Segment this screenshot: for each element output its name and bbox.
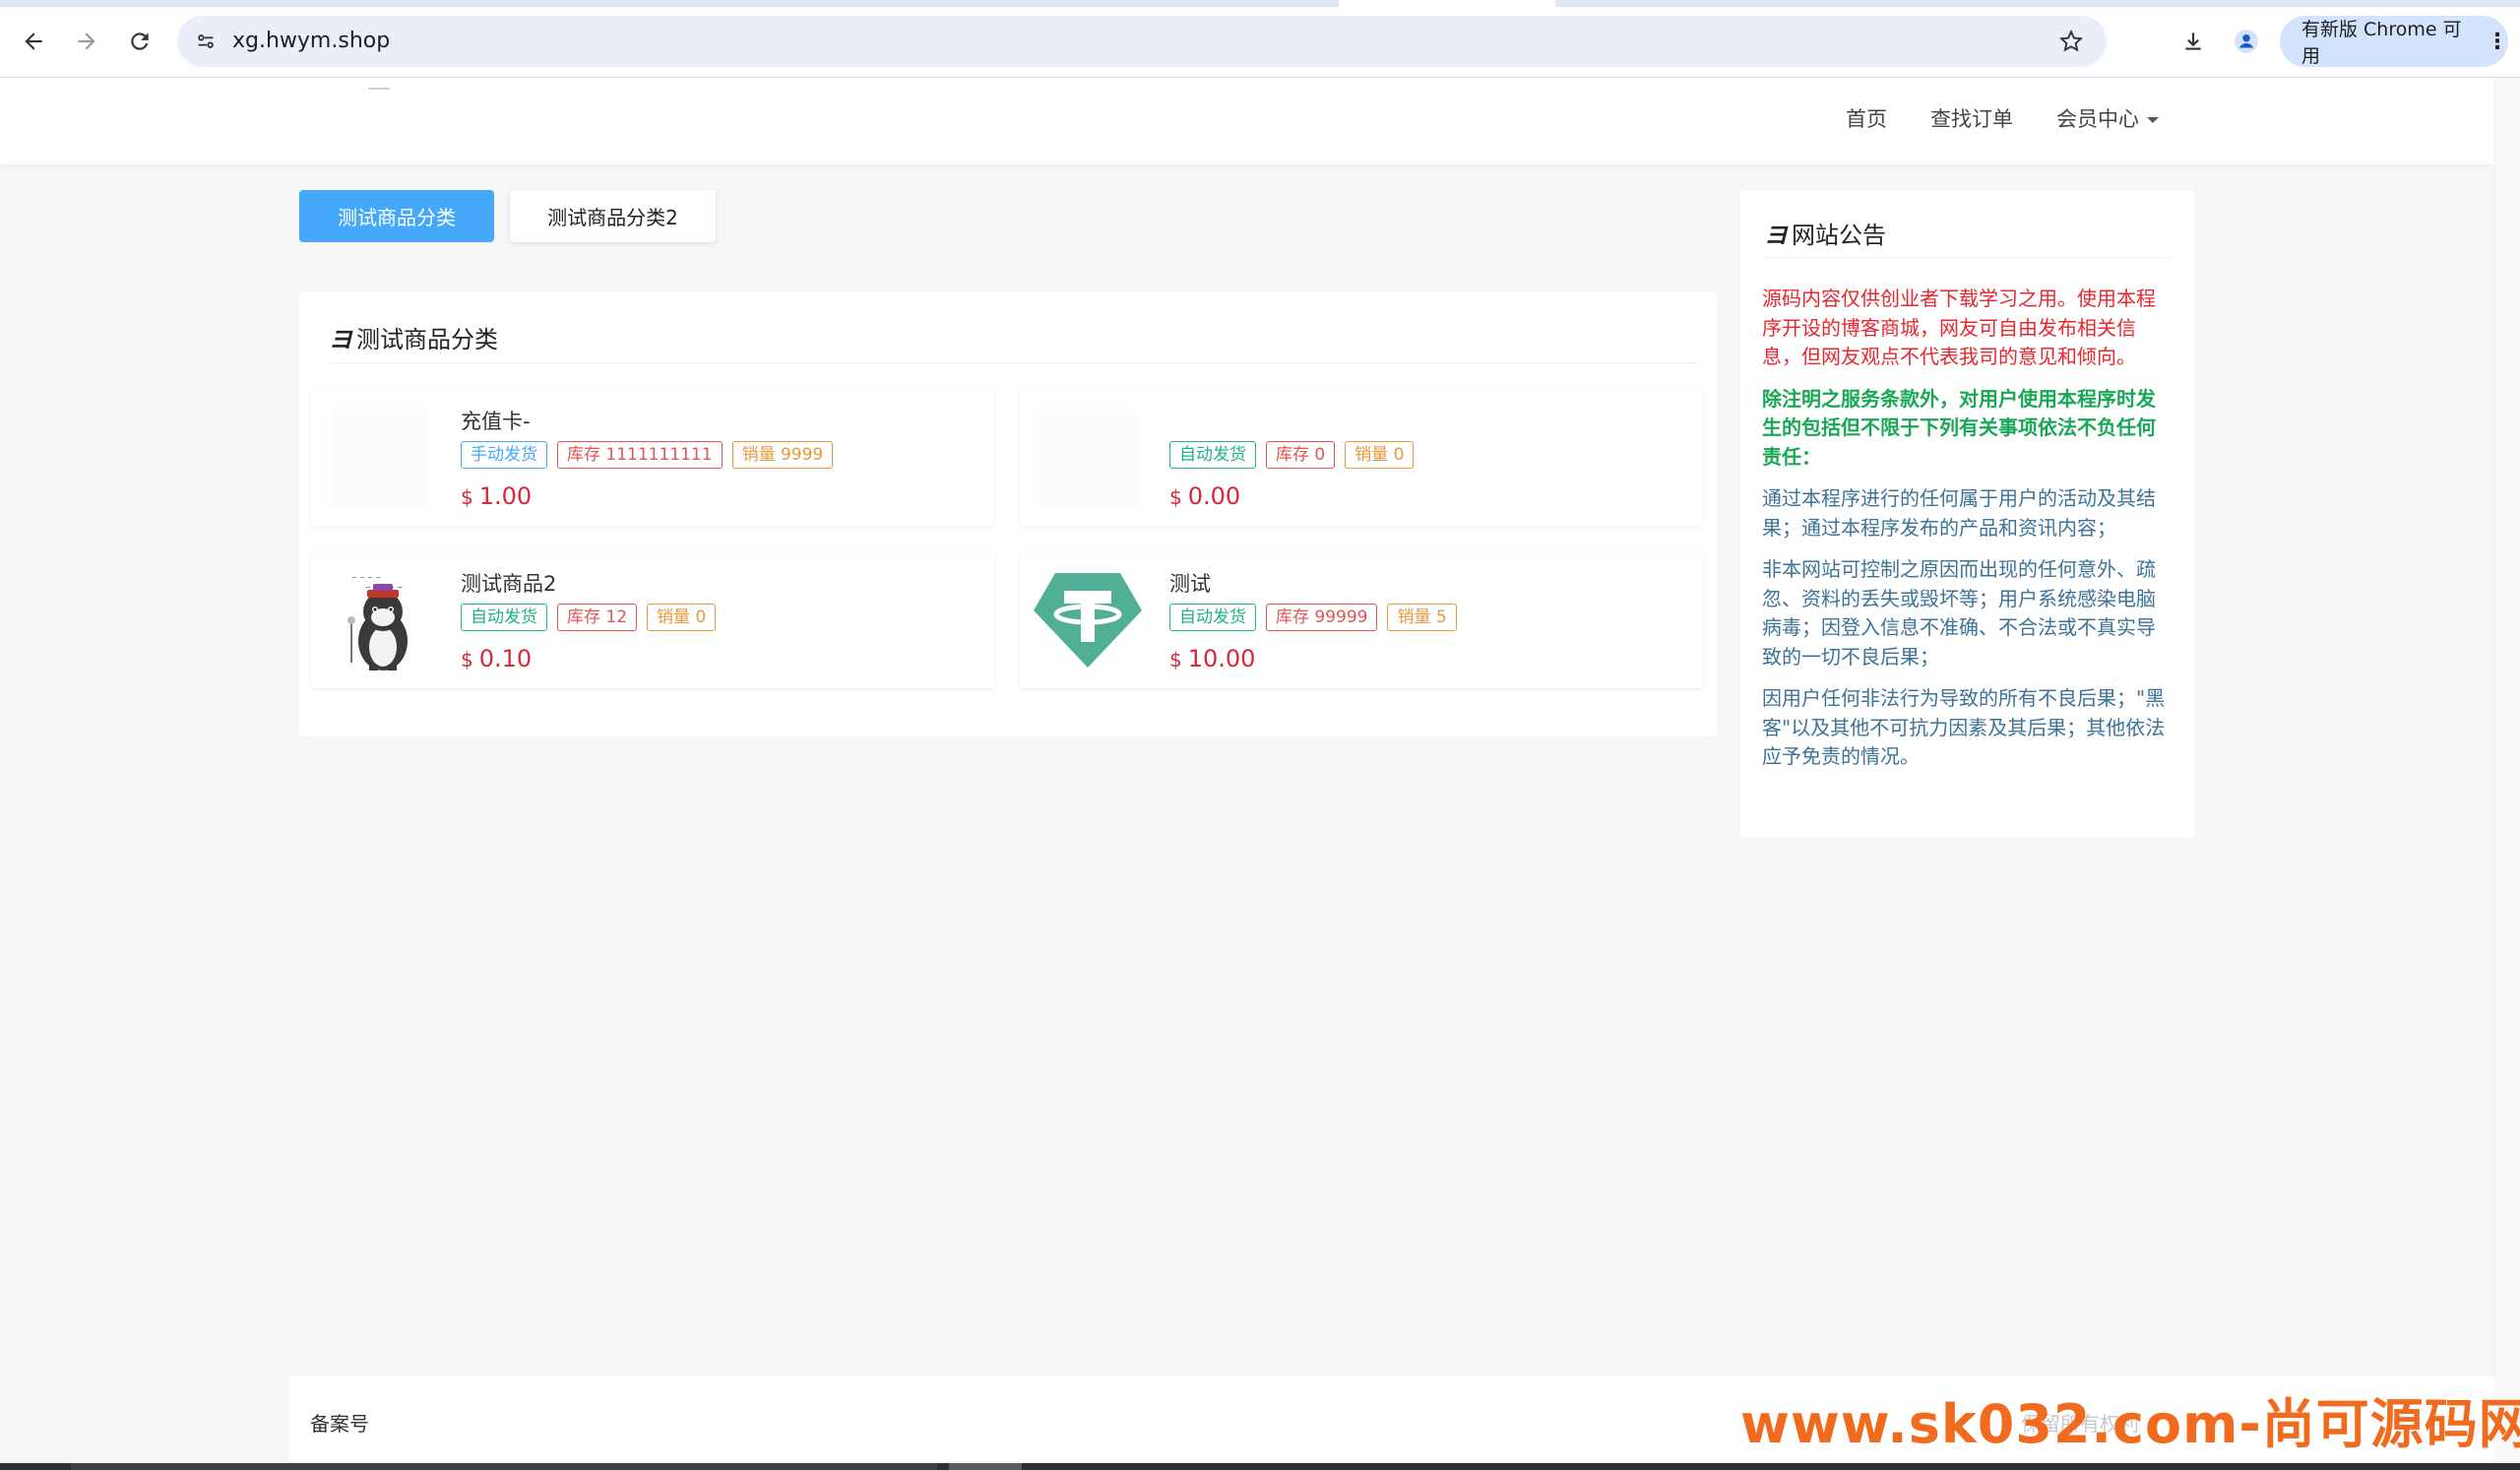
currency-symbol: $ — [461, 485, 473, 509]
product-badges: 自动发货 库存 99999 销量 5 — [1169, 604, 1457, 631]
css3-icon: ヨ — [1764, 221, 1788, 249]
kebab-menu-icon[interactable]: ⋮ — [2487, 30, 2508, 54]
tether-logo-icon — [1034, 573, 1142, 668]
notice-title: 网站公告 — [1792, 221, 1886, 249]
reload-button[interactable] — [118, 20, 161, 63]
notice-paragraph: 因用户任何非法行为导致的所有不良后果；"黑客"以及其他不可抗力因素及其后果；其他… — [1762, 686, 2166, 768]
arrow-left-icon — [25, 32, 42, 50]
product-badges: 手动发货 库存 1111111111 销量 9999 — [461, 441, 834, 469]
notice-paragraph: 源码内容仅供创业者下载学习之用。使用本程序开设的博客商城，网友可自由发布相关信息… — [1762, 287, 2156, 368]
delivery-badge: 自动发货 — [461, 604, 547, 631]
download-button[interactable] — [2172, 20, 2215, 63]
chrome-update-button[interactable]: 有新版 Chrome 可用 ⋮ — [2280, 16, 2508, 67]
product-panel: ヨ 测试商品分类 充值卡- 手动发货 库存 1111111111 销量 9999… — [299, 291, 1717, 736]
price-value: 0.10 — [478, 645, 533, 672]
panel-title: 测试商品分类 — [356, 325, 498, 353]
product-name[interactable]: 测试 — [1169, 568, 1211, 598]
stock-badge: 库存 12 — [557, 604, 638, 631]
caret-down-icon — [2147, 117, 2159, 123]
product-price: $1.00 — [461, 482, 532, 510]
notice-panel: ヨ 网站公告 源码内容仅供创业者下载学习之用。使用本程序开设的博客商城，网友可自… — [1740, 190, 2195, 838]
notice-paragraph: 通过本程序进行的任何属于用户的活动及其结果；通过本程序发布的产品和资讯内容； — [1762, 486, 2156, 540]
stock-badge: 库存 1111111111 — [557, 441, 723, 469]
stock-badge: 库存 0 — [1266, 441, 1336, 469]
svg-text:~ ~ ~ ~: ~ ~ ~ ~ — [351, 574, 381, 582]
currency-symbol: $ — [1169, 648, 1182, 671]
product-price: $0.10 — [461, 645, 532, 672]
cat-cartoon-image: ~ ~ ~ ~ ~ ~ ~ ~ ~ — [330, 566, 428, 674]
download-icon — [2185, 32, 2201, 50]
arrow-right-icon — [78, 32, 95, 50]
css3-icon: ヨ — [329, 325, 352, 353]
site-header: 首页 查找订单 会员中心 — [0, 78, 2495, 164]
url-text[interactable]: xg.hwym.shop — [232, 27, 390, 56]
nav-member-center-label: 会员中心 — [2056, 107, 2139, 131]
category-tab-1[interactable]: 测试商品分类 — [299, 190, 494, 242]
notice-body: 源码内容仅供创业者下载学习之用。使用本程序开设的博客商城，网友可自由发布相关信息… — [1762, 285, 2172, 785]
notice-paragraph: 除注明之服务条款外，对用户使用本程序时发生的包括但不限于下列有关事项依法不负任何… — [1762, 386, 2156, 469]
currency-symbol: $ — [1169, 485, 1182, 509]
notice-header: ヨ 网站公告 — [1764, 208, 2172, 258]
sales-badge: 销量 0 — [647, 604, 717, 631]
price-value: 10.00 — [1187, 645, 1256, 672]
site-nav: 首页 查找订单 会员中心 — [1824, 104, 2180, 134]
stock-badge: 库存 99999 — [1266, 604, 1378, 631]
product-card[interactable]: 测试 自动发货 库存 99999 销量 5 $10.00 — [1020, 552, 1703, 688]
nav-home[interactable]: 首页 — [1824, 104, 1909, 134]
category-tab-2[interactable]: 测试商品分类2 — [510, 190, 716, 242]
page-scrollbar[interactable] — [2494, 78, 2520, 1470]
taskbar-strip — [0, 1463, 2520, 1470]
nav-find-order[interactable]: 查找订单 — [1909, 104, 2035, 134]
product-name[interactable]: 测试商品2 — [461, 568, 556, 598]
price-value: 0.00 — [1187, 482, 1241, 510]
product-card[interactable]: ~ ~ ~ ~ ~ ~ ~ ~ ~ 测试商品2 自动发货 库存 12 销量 0 … — [311, 552, 994, 688]
site-logo[interactable] — [368, 88, 390, 90]
watermark-text: www.sk032.com-尚可源码网 — [1740, 1393, 2520, 1455]
delivery-badge: 自动发货 — [1169, 441, 1256, 469]
product-price: $10.00 — [1169, 645, 1255, 672]
product-name[interactable]: 充值卡- — [461, 406, 531, 435]
notice-paragraph: 非本网站可控制之原因而出现的任何意外、疏忽、资料的丢失或毁坏等；用户系统感染电脑… — [1762, 557, 2156, 669]
product-price: $0.00 — [1169, 482, 1240, 510]
product-card[interactable]: 自动发货 库存 0 销量 0 $0.00 — [1020, 390, 1703, 526]
tab-strip-edge — [1555, 0, 2520, 7]
product-badges: 自动发货 库存 12 销量 0 — [461, 604, 717, 631]
beian-link[interactable]: 备案号 — [310, 1408, 369, 1437]
profile-button[interactable] — [2225, 20, 2268, 63]
browser-toolbar: xg.hwym.shop 有新版 Chrome 可用 ⋮ — [0, 0, 2520, 78]
back-button[interactable] — [12, 20, 55, 63]
sales-badge: 销量 5 — [1387, 604, 1457, 631]
tab-strip-edge — [0, 0, 1339, 7]
panel-header: ヨ 测试商品分类 — [329, 311, 1697, 363]
update-label: 有新版 Chrome 可用 — [2301, 19, 2462, 67]
product-badges: 自动发货 库存 0 销量 0 — [1169, 441, 1415, 469]
address-bar[interactable]: xg.hwym.shop — [177, 16, 2107, 67]
delivery-badge: 手动发货 — [461, 441, 547, 469]
product-card[interactable]: 充值卡- 手动发货 库存 1111111111 销量 9999 $1.00 — [311, 390, 994, 526]
product-thumbnail[interactable] — [1032, 564, 1144, 676]
reload-icon — [131, 32, 149, 50]
sales-badge: 销量 9999 — [731, 441, 834, 469]
product-thumbnail[interactable] — [1032, 402, 1144, 514]
delivery-badge: 自动发货 — [1169, 604, 1256, 631]
nav-member-center[interactable]: 会员中心 — [2035, 104, 2180, 134]
product-thumbnail[interactable]: ~ ~ ~ ~ ~ ~ ~ ~ ~ — [323, 564, 435, 676]
forward-button[interactable] — [65, 20, 108, 63]
bookmark-star-icon[interactable] — [2055, 26, 2087, 57]
product-thumbnail[interactable] — [323, 402, 435, 514]
currency-symbol: $ — [461, 648, 473, 671]
profile-avatar-icon — [2235, 30, 2258, 53]
sales-badge: 销量 0 — [1345, 441, 1415, 469]
price-value: 1.00 — [478, 482, 533, 510]
site-info-icon[interactable] — [191, 27, 220, 56]
